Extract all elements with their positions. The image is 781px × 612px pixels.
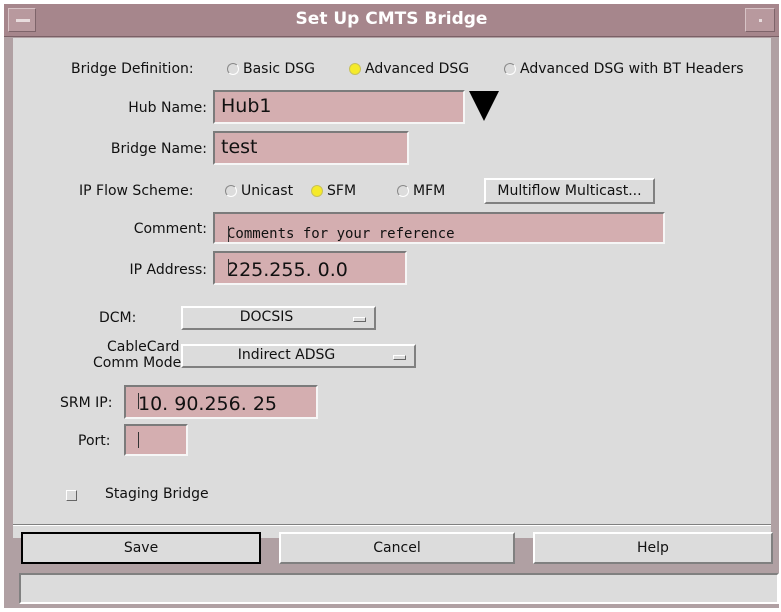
radio-indicator	[227, 63, 239, 75]
option-menu-indicator-icon	[393, 355, 406, 360]
hub-name-field[interactable]: Hub1	[213, 90, 465, 124]
port-label: Port:	[78, 433, 111, 449]
radio-sfm-label: SFM	[327, 183, 357, 199]
staging-bridge-label: Staging Bridge	[105, 486, 209, 502]
hub-name-label: Hub Name:	[128, 100, 207, 116]
cablecard-label: CableCard	[107, 340, 180, 355]
multiflow-multicast-button[interactable]: Multiflow Multicast...	[484, 178, 655, 204]
hub-name-value: Hub1	[221, 95, 272, 117]
radio-basic-dsg-label: Basic DSG	[243, 61, 316, 77]
dcm-label: DCM:	[99, 310, 137, 326]
dialog-window: Set Up CMTS Bridge Bridge Definition: Ba…	[4, 4, 779, 608]
dcm-value: DOCSIS	[239, 309, 294, 325]
radio-advanced-dsg-label: Advanced DSG	[365, 61, 470, 77]
radio-indicator-selected	[349, 63, 361, 75]
bridge-name-value: test	[221, 136, 258, 158]
staging-bridge-checkbox[interactable]	[66, 490, 77, 501]
cablecard-comm-mode-dropdown[interactable]: Indirect ADSG	[181, 344, 416, 368]
comment-text: Comments for your reference	[227, 226, 455, 242]
ip-flow-scheme-label: IP Flow Scheme:	[79, 183, 194, 199]
ip-address-label: IP Address:	[129, 262, 208, 278]
comm-mode-label: Comm Mode:	[93, 355, 186, 371]
minimize-icon	[759, 19, 762, 22]
radio-mfm[interactable]: MFM	[397, 183, 445, 199]
radio-advanced-dsg-bt-label: Advanced DSG with BT Headers	[520, 61, 744, 77]
radio-indicator	[504, 63, 516, 75]
bridge-definition-label: Bridge Definition:	[71, 61, 194, 77]
radio-sfm[interactable]: SFM	[311, 183, 356, 199]
radio-unicast[interactable]: Unicast	[225, 183, 293, 199]
bridge-name-field[interactable]: test	[213, 131, 409, 165]
radio-advanced-dsg[interactable]: Advanced DSG	[349, 61, 469, 77]
radio-indicator	[225, 185, 237, 197]
radio-advanced-dsg-bt[interactable]: Advanced DSG with BT Headers	[504, 61, 744, 77]
text-cursor	[138, 432, 139, 448]
option-menu-indicator-icon	[353, 317, 366, 322]
minimize-button[interactable]	[745, 8, 775, 32]
srm-ip-label: SRM IP:	[60, 395, 113, 411]
help-button[interactable]: Help	[533, 532, 773, 564]
dialog-content: Bridge Definition: Basic DSG Advanced DS…	[13, 38, 771, 538]
radio-mfm-label: MFM	[413, 183, 446, 199]
status-bar	[19, 573, 779, 604]
radio-indicator	[397, 185, 409, 197]
cancel-button[interactable]: Cancel	[279, 532, 515, 564]
separator	[13, 524, 771, 526]
hub-name-dropdown-arrow-icon[interactable]	[469, 91, 499, 121]
dcm-dropdown[interactable]: DOCSIS	[181, 306, 376, 330]
srm-ip-text: 10. 90.256. 25	[138, 393, 277, 415]
srm-ip-field[interactable]: 10. 90.256. 25	[124, 385, 318, 419]
text-cursor	[228, 259, 229, 275]
save-button[interactable]: Save	[21, 532, 261, 564]
radio-basic-dsg[interactable]: Basic DSG	[227, 61, 315, 77]
radio-unicast-label: Unicast	[241, 183, 294, 199]
port-field[interactable]	[124, 424, 188, 456]
comment-label: Comment:	[133, 221, 207, 237]
radio-indicator-selected	[311, 185, 323, 197]
cablecard-comm-mode-value: Indirect ADSG	[237, 347, 336, 363]
comment-field[interactable]: Comments for your reference	[213, 212, 665, 244]
title-bar[interactable]: Set Up CMTS Bridge	[4, 4, 779, 37]
cablecard-label-line1: CableCard	[107, 339, 180, 355]
ip-address-text: 225.255. 0.0	[227, 259, 348, 281]
text-cursor	[228, 226, 229, 242]
window-title: Set Up CMTS Bridge	[295, 9, 488, 29]
bridge-name-label: Bridge Name:	[110, 141, 207, 157]
ip-address-field[interactable]: 225.255. 0.0	[213, 251, 407, 285]
